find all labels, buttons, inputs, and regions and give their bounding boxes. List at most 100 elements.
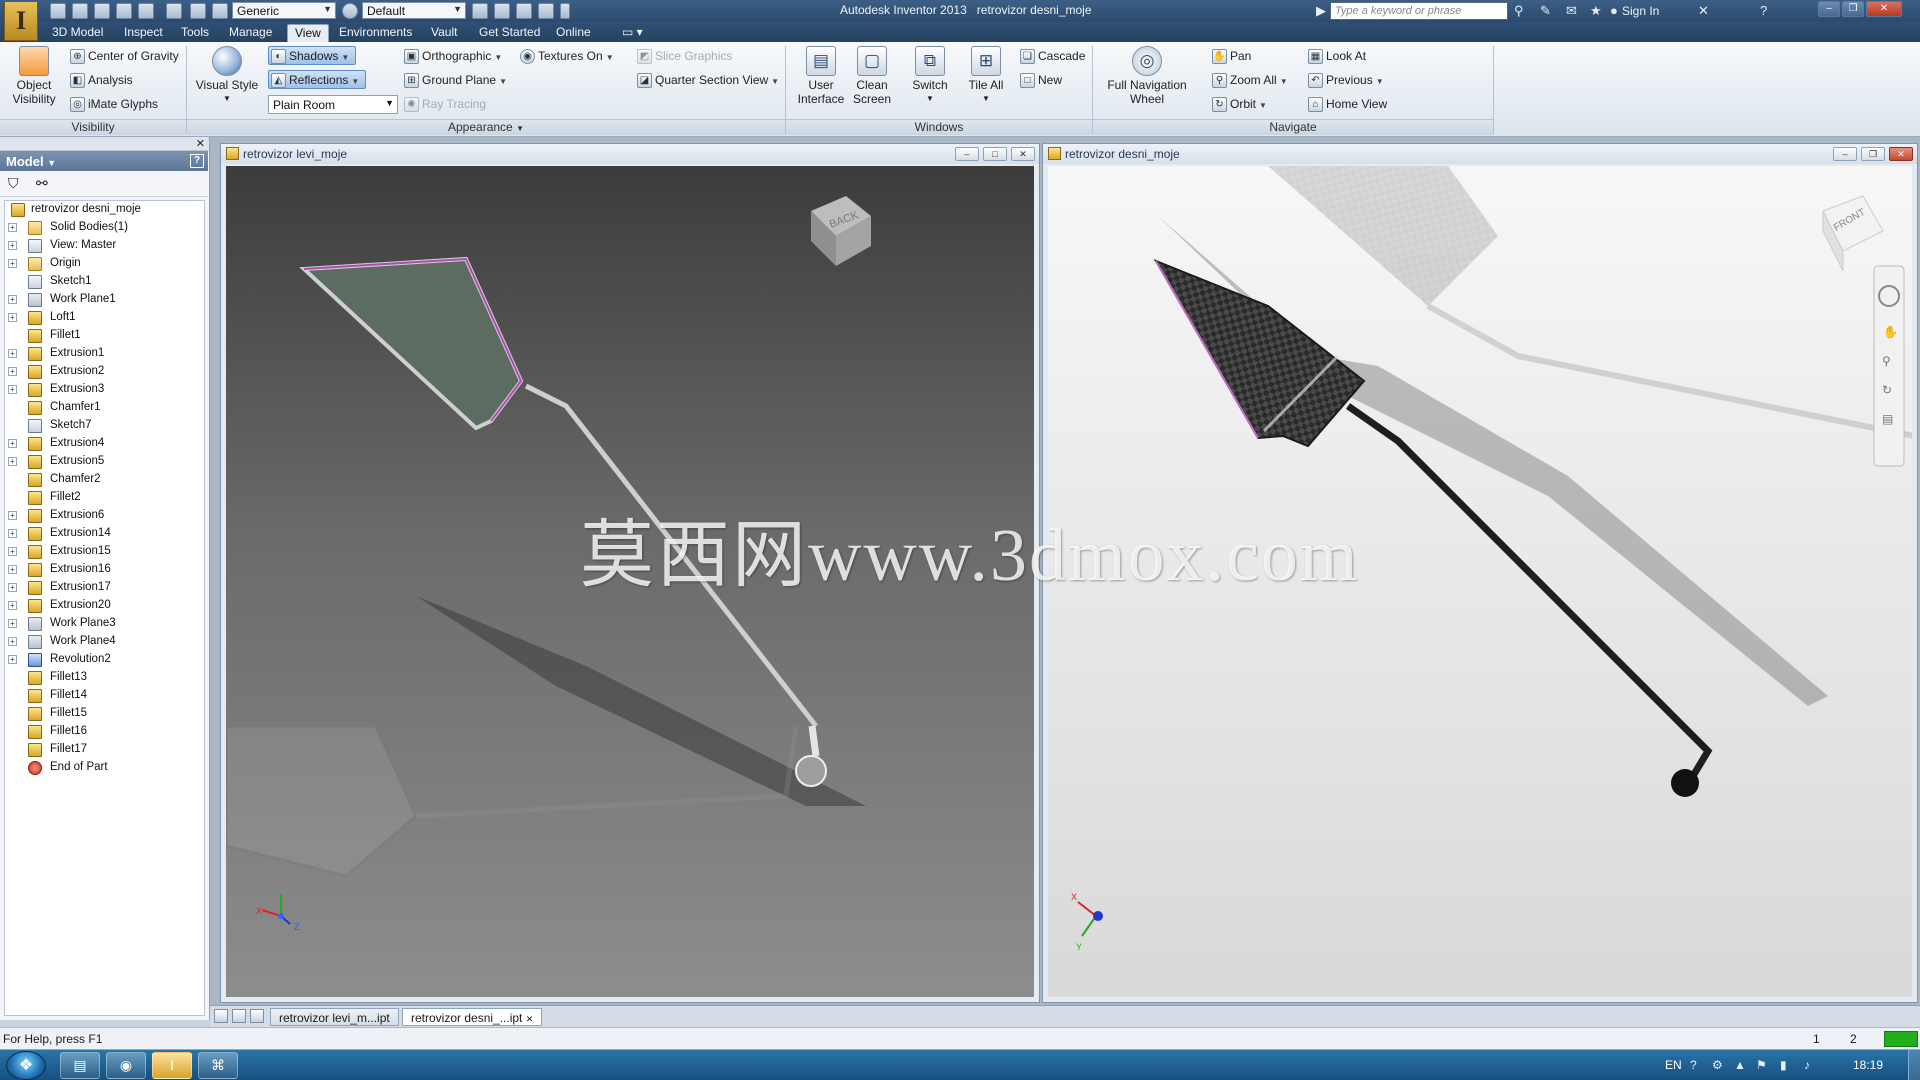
expand-icon[interactable]: +	[8, 241, 17, 250]
tree-item[interactable]: + Extrusion20	[5, 597, 205, 615]
clock[interactable]: 18:19	[1853, 1058, 1883, 1072]
analysis-button[interactable]: ◧ Analysis	[68, 71, 133, 90]
tree-item[interactable]: + Solid Bodies(1)	[5, 219, 205, 237]
tree-item[interactable]: + Origin	[5, 255, 205, 273]
shadows-button[interactable]: ◐ Shadows ▼	[268, 46, 356, 65]
tree-item[interactable]: + Extrusion2	[5, 363, 205, 381]
pan-icon[interactable]: ✋	[1883, 325, 1898, 339]
tab-3d-model[interactable]: 3D Model	[45, 24, 110, 42]
expand-icon[interactable]: +	[8, 349, 17, 358]
explorer-icon[interactable]: ▤	[60, 1052, 100, 1079]
tree-item[interactable]: Fillet16	[5, 723, 205, 741]
appearance-panel-label[interactable]: Appearance ▼	[187, 119, 785, 135]
browser-header[interactable]: Model ▼?	[0, 151, 208, 171]
expand-icon[interactable]: +	[8, 313, 17, 322]
tab-inspect[interactable]: Inspect	[117, 24, 170, 42]
adjust-icon[interactable]	[494, 3, 510, 19]
doc-tab[interactable]: retrovizor levi_m...ipt	[270, 1008, 399, 1026]
expand-icon[interactable]: +	[8, 637, 17, 646]
zoom-icon[interactable]: ⚲	[1882, 354, 1891, 368]
tile-all-button[interactable]: ⊞ Tile All ▼	[962, 46, 1010, 106]
expand-icon[interactable]: +	[8, 619, 17, 628]
style-combo[interactable]: Generic ▼	[232, 2, 336, 19]
network-icon[interactable]: ▮	[1780, 1058, 1787, 1072]
tree-item[interactable]: Fillet1	[5, 327, 205, 345]
look-at-icon[interactable]: ▤	[1882, 412, 1893, 426]
tree-item[interactable]: Sketch1	[5, 273, 205, 291]
expand-icon[interactable]: +	[8, 259, 17, 268]
close-button[interactable]: ✕	[1889, 147, 1913, 161]
filter-icon[interactable]: ⛉	[8, 175, 19, 192]
appearance-combo[interactable]: Default ▼	[362, 2, 466, 19]
lighting-style-combo[interactable]: Plain Room ▼	[268, 95, 398, 114]
close-button[interactable]: ✕	[1866, 1, 1902, 17]
navigation-bar[interactable]: ✋ ⚲ ↻ ▤	[1873, 265, 1905, 467]
tab-online[interactable]: Online	[549, 24, 598, 42]
show-hidden-icons-icon[interactable]: ▲	[1734, 1058, 1746, 1072]
expand-icon[interactable]: +	[8, 529, 17, 538]
select-icon[interactable]	[212, 3, 228, 19]
expand-icon[interactable]: +	[8, 367, 17, 376]
user-interface-button[interactable]: ▤ User Interface	[794, 46, 848, 106]
return-icon[interactable]	[166, 3, 182, 19]
tree-item[interactable]: + Loft1	[5, 309, 205, 327]
object-visibility-button[interactable]: Object Visibility	[8, 46, 60, 106]
new-window-button[interactable]: □ New	[1018, 71, 1062, 90]
help-icon[interactable]: ?	[1760, 4, 1767, 18]
clean-screen-button[interactable]: ▢ Clean Screen	[850, 46, 894, 106]
expand-icon[interactable]: +	[8, 439, 17, 448]
zoom-all-button[interactable]: ⚲ Zoom All ▼	[1210, 71, 1288, 90]
restore-button[interactable]: ❐	[1842, 1, 1864, 17]
tree-item[interactable]: Fillet13	[5, 669, 205, 687]
help-tray-icon[interactable]: ?	[1690, 1058, 1697, 1072]
tree-item[interactable]: + Work Plane4	[5, 633, 205, 651]
center-of-gravity-button[interactable]: ⊕ Center of Gravity	[68, 47, 179, 66]
inventor-taskbar-icon[interactable]: I	[152, 1052, 192, 1079]
home-view-button[interactable]: ⌂ Home View	[1306, 95, 1387, 114]
expand-icon[interactable]: +	[8, 295, 17, 304]
tree-item[interactable]: + Extrusion6	[5, 507, 205, 525]
close-icon[interactable]: ✕	[526, 1014, 534, 1024]
tree-item[interactable]: Fillet2	[5, 489, 205, 507]
maximize-button[interactable]: □	[983, 147, 1007, 161]
close-button[interactable]: ✕	[1011, 147, 1035, 161]
expand-icon[interactable]: +	[8, 385, 17, 394]
sign-in-button[interactable]: Sign In	[1622, 4, 1659, 18]
tile-grid-icon[interactable]	[232, 1009, 246, 1023]
color-icon[interactable]	[342, 3, 358, 19]
chrome-icon[interactable]: ◉	[106, 1052, 146, 1079]
binoculars-icon[interactable]: ⚯	[36, 175, 48, 192]
tree-item[interactable]: Chamfer2	[5, 471, 205, 489]
3d-viewport[interactable]: BACK X Z	[226, 166, 1034, 997]
autodesk-x-icon[interactable]: ✕	[1698, 4, 1709, 18]
ground-plane-button[interactable]: ⊞ Ground Plane ▼	[402, 71, 507, 90]
language-indicator[interactable]: EN	[1665, 1058, 1682, 1072]
viewport-graphics[interactable]: FRONT ✋ ⚲ ↻ ▤ X Y	[1048, 166, 1912, 997]
ray-tracing-button[interactable]: ✺ Ray Tracing	[402, 95, 486, 114]
full-navigation-wheel-button[interactable]: ◎ Full Navigation Wheel	[1098, 46, 1196, 106]
cascade-button[interactable]: ❏ Cascade	[1018, 47, 1085, 66]
ribbon-display-toggle-icon[interactable]: ▭ ▾	[615, 24, 650, 42]
app-taskbar-icon[interactable]: ⌘	[198, 1052, 238, 1079]
tree-item[interactable]: + Extrusion17	[5, 579, 205, 597]
volume-icon[interactable]: ♪	[1804, 1058, 1810, 1072]
look-at-button[interactable]: ▦ Look At	[1306, 47, 1366, 66]
tree-item[interactable]: + View: Master	[5, 237, 205, 255]
tree-root-item[interactable]: retrovizor desni_moje	[5, 201, 205, 219]
close-icon[interactable]: ✕	[196, 137, 205, 150]
slice-graphics-button[interactable]: ◩ Slice Graphics	[635, 47, 732, 66]
minimize-button[interactable]: –	[1818, 1, 1840, 17]
3d-viewport[interactable]: FRONT ✋ ⚲ ↻ ▤ X Y	[1048, 166, 1912, 997]
tree-item[interactable]: + Extrusion5	[5, 453, 205, 471]
doc-tab-active[interactable]: retrovizor desni_...ipt ✕	[402, 1008, 543, 1026]
imate-glyphs-button[interactable]: ◎ iMate Glyphs	[68, 95, 158, 114]
expand-icon[interactable]: +	[8, 565, 17, 574]
favorites-star-icon[interactable]: ★	[1590, 4, 1602, 18]
expand-icon[interactable]: +	[8, 457, 17, 466]
tab-environments[interactable]: Environments	[332, 24, 419, 42]
tab-get-started[interactable]: Get Started	[472, 24, 547, 42]
fx-icon[interactable]	[516, 3, 532, 19]
tree-item[interactable]: + Work Plane1	[5, 291, 205, 309]
expand-icon[interactable]: +	[8, 601, 17, 610]
restore-button[interactable]: ❐	[1861, 147, 1885, 161]
